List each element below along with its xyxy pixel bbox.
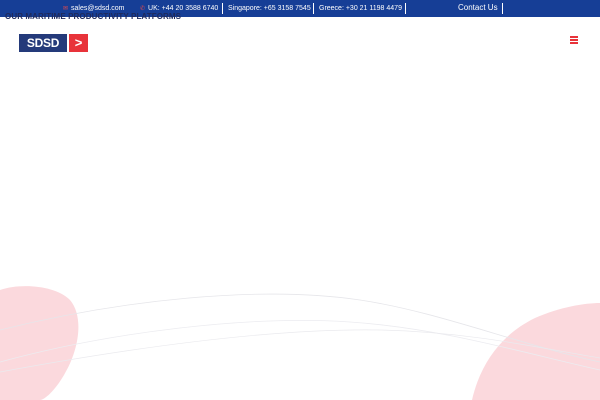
right-pink-blob — [472, 303, 600, 400]
background-decoration — [0, 286, 600, 400]
left-pink-blob — [0, 286, 79, 400]
